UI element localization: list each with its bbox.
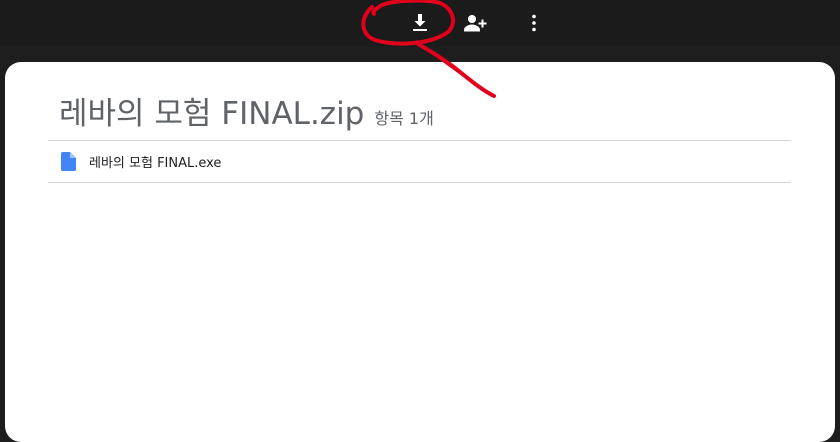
archive-header: 레바의 모험 FINAL.zip 항목 1개 [59, 88, 434, 133]
more-vert-icon [532, 14, 536, 32]
file-icon [61, 152, 76, 171]
file-list-item[interactable]: 레바의 모험 FINAL.exe [48, 141, 791, 182]
more-options-button[interactable] [516, 5, 552, 41]
download-icon [413, 14, 427, 31]
top-toolbar [0, 0, 840, 46]
archive-title: 레바의 모험 FINAL.zip [59, 96, 365, 132]
add-people-button[interactable] [458, 5, 494, 41]
archive-viewer-sheet: 레바의 모험 FINAL.zip 항목 1개 레바의 모험 FINAL.exe [5, 62, 835, 442]
download-button[interactable] [402, 5, 438, 41]
file-name: 레바의 모험 FINAL.exe [89, 156, 222, 171]
divider [48, 182, 791, 183]
person-add-icon [464, 15, 487, 32]
item-count: 항목 1개 [374, 109, 434, 128]
